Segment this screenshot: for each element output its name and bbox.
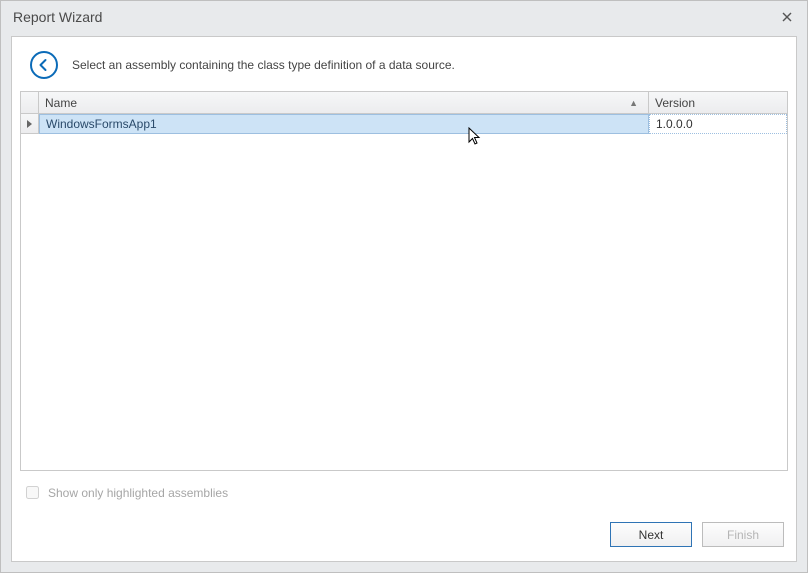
row-indicator <box>21 114 39 134</box>
next-button-label: Next <box>639 528 664 542</box>
titlebar: Report Wizard <box>1 1 807 32</box>
back-arrow-icon <box>37 58 51 72</box>
column-header-version-label: Version <box>655 96 695 110</box>
instruction-text: Select an assembly containing the class … <box>72 58 455 72</box>
column-header-version[interactable]: Version <box>649 92 787 113</box>
wizard-header: Select an assembly containing the class … <box>12 37 796 91</box>
grid-body: WindowsFormsApp1 1.0.0.0 <box>21 114 787 470</box>
assembly-grid: Name ▲ Version WindowsFormsApp1 1.0.0.0 <box>20 91 788 471</box>
cell-version: 1.0.0.0 <box>649 114 787 134</box>
cell-name: WindowsFormsApp1 <box>39 114 649 134</box>
column-header-name-label: Name <box>45 96 77 110</box>
button-row: Next Finish <box>12 516 796 561</box>
report-wizard-window: Report Wizard Select an assembly contain… <box>0 0 808 573</box>
table-row[interactable]: WindowsFormsApp1 1.0.0.0 <box>21 114 787 134</box>
close-button[interactable] <box>777 7 797 27</box>
column-header-name[interactable]: Name ▲ <box>39 92 649 113</box>
show-highlighted-label: Show only highlighted assemblies <box>48 486 228 500</box>
sort-ascending-icon: ▲ <box>629 98 642 108</box>
back-button[interactable] <box>30 51 58 79</box>
row-current-icon <box>26 119 34 129</box>
finish-button: Finish <box>702 522 784 547</box>
finish-button-label: Finish <box>727 528 759 542</box>
close-icon <box>782 12 792 22</box>
content-panel: Select an assembly containing the class … <box>11 36 797 562</box>
grid-header-indicator <box>21 92 39 113</box>
next-button[interactable]: Next <box>610 522 692 547</box>
window-title: Report Wizard <box>13 9 777 25</box>
show-highlighted-checkbox[interactable] <box>26 486 39 499</box>
options-row: Show only highlighted assemblies <box>12 471 796 516</box>
grid-header: Name ▲ Version <box>21 92 787 114</box>
